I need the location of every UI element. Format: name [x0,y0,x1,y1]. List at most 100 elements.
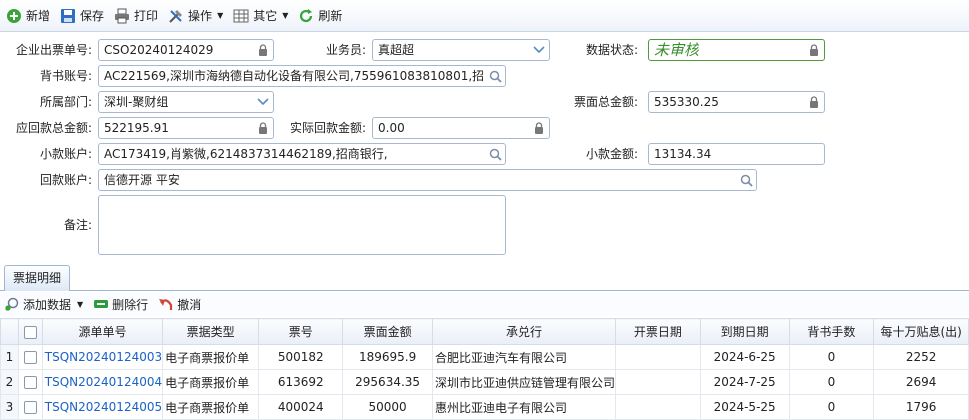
chevron-down-icon[interactable] [529,40,549,60]
tab-bar: 票据明细 [0,263,969,291]
small-account-field[interactable]: AC173419,肖紫微,6214837314462189,招商银行, [98,143,506,165]
search-icon[interactable] [488,69,502,83]
table-header-row: 源单单号 票据类型 票号 票面金额 承兑行 开票日期 到期日期 背书手数 每十万… [0,318,969,345]
interest-cell: 2252 [873,344,969,370]
endorse-hands-cell: 0 [788,394,875,420]
save-button[interactable]: 保存 [58,5,110,27]
chevron-down-icon[interactable]: ▼ [77,300,83,309]
col-header-due-date[interactable]: 到期日期 [699,318,790,345]
lock-icon [807,43,821,57]
salesman-select[interactable]: 真超超 [372,39,550,61]
bill-no-cell: 500182 [258,344,344,370]
plus-icon [6,8,22,24]
col-header-acceptor[interactable]: 承兑行 [431,318,617,345]
bill-type-cell: 电子商票报价单 [162,394,260,420]
bill-detail-table: 源单单号 票据类型 票号 票面金额 承兑行 开票日期 到期日期 背书手数 每十万… [0,318,969,420]
tab-bill-detail-label: 票据明细 [12,271,61,285]
undo-label: 撤消 [177,297,202,312]
remark-textarea[interactable] [98,195,506,255]
table-row[interactable]: 2 TSQN20240124004 电子商票报价单 613692 295634.… [0,369,969,395]
other-menu-button[interactable]: 其它 ▼ [231,5,294,27]
data-status-field[interactable]: 未审核 [648,39,825,61]
endorse-hands-cell: 0 [788,344,875,370]
delete-row-button[interactable]: 删除行 [93,296,148,313]
small-amount-label: 小款金额: [585,147,638,161]
issue-date-cell [615,369,701,395]
select-all-checkbox[interactable] [23,325,37,339]
col-header-type[interactable]: 票据类型 [162,318,260,345]
data-status-label: 数据状态: [585,43,638,57]
bill-no-cell: 613692 [258,369,344,395]
interest-cell: 1796 [873,394,969,420]
delete-row-label: 删除行 [112,297,149,312]
tab-bill-detail[interactable]: 票据明细 [4,265,70,291]
other-menu-label: 其它 [253,9,278,23]
enterprise-bill-no-field[interactable]: CSO20240124029 [98,39,274,61]
col-header-endorse-hands[interactable]: 背书手数 [788,318,875,345]
select-all-header[interactable] [17,318,43,345]
endorse-account-field[interactable]: AC221569,深圳市海纳德自动化设备有限公司,755961083810801… [98,65,506,87]
row-select-cell[interactable] [17,394,43,420]
save-icon [60,8,76,24]
source-no-link[interactable]: TSQN20240124004 [41,369,164,395]
amount-cell: 295634.35 [342,369,433,395]
search-icon[interactable] [739,173,753,187]
acceptor-cell: 深圳市比亚迪供应链管理有限公司 [431,369,617,395]
new-button-label: 新增 [26,9,51,23]
save-button-label: 保存 [80,9,105,23]
row-number: 1 [0,344,19,370]
add-data-icon [4,296,20,312]
lock-icon [532,121,546,135]
salesman-label: 业务员: [325,43,366,57]
main-toolbar: 新增 保存 打印 操作 ▼ 其它 ▼ 刷新 [0,0,969,32]
source-no-link[interactable]: TSQN20240124003 [41,344,164,370]
small-account-label: 小款账户: [39,147,92,161]
face-total-field[interactable]: 535330.25 [648,91,825,113]
detail-toolbar: 添加数据 ▼ 删除行 撤消 [0,292,969,316]
row-checkbox[interactable] [23,401,37,414]
add-data-button[interactable]: 添加数据 ▼ [4,296,83,313]
department-select[interactable]: 深圳-聚财组 [98,91,274,113]
bill-type-cell: 电子商票报价单 [162,344,260,370]
col-header-amount[interactable]: 票面金额 [342,318,433,345]
due-date-cell: 2024-7-25 [699,369,790,395]
print-button[interactable]: 打印 [112,5,164,27]
lock-icon [807,95,821,109]
remove-row-icon [93,296,109,312]
operate-menu-button[interactable]: 操作 ▼ [166,5,229,27]
grid-icon [233,8,249,24]
refresh-button[interactable]: 刷新 [296,5,348,27]
face-total-label: 票面总金额: [573,95,638,109]
table-row[interactable]: 3 TSQN20240124005 电子商票报价单 400024 50000 惠… [0,394,969,420]
col-header-bill-no[interactable]: 票号 [258,318,344,345]
refresh-icon [298,8,314,24]
undo-button[interactable]: 撤消 [158,296,201,313]
table-row[interactable]: 1 TSQN20240124003 电子商票报价单 500182 189695.… [0,344,969,370]
actual-received-field[interactable]: 0.00 [372,117,550,139]
row-checkbox[interactable] [23,351,37,364]
return-account-label: 回款账户: [39,173,92,187]
endorse-hands-cell: 0 [788,369,875,395]
interest-cell: 2694 [873,369,969,395]
new-button[interactable]: 新增 [4,5,56,27]
search-icon[interactable] [488,147,502,161]
lock-icon [256,43,270,57]
small-amount-field[interactable]: 13134.34 [648,143,825,165]
lock-icon [256,121,270,135]
source-no-link[interactable]: TSQN20240124005 [41,394,164,420]
col-header-issue-date[interactable]: 开票日期 [615,318,701,345]
row-select-cell[interactable] [17,369,43,395]
actual-received-label: 实际回款金额: [289,121,366,135]
amount-cell: 50000 [342,394,433,420]
row-checkbox[interactable] [23,376,37,389]
col-header-interest[interactable]: 每十万贴息(出) [873,318,969,345]
col-header-source[interactable]: 源单单号 [41,318,164,345]
bill-type-cell: 电子商票报价单 [162,369,260,395]
chevron-down-icon: ▼ [217,11,224,20]
chevron-down-icon[interactable] [253,92,273,112]
chevron-down-icon: ▼ [282,11,289,20]
row-select-cell[interactable] [17,344,43,370]
return-account-field[interactable]: 信德开源 平安 [98,169,757,191]
receivable-total-field[interactable]: 522195.91 [98,117,274,139]
amount-cell: 189695.9 [342,344,433,370]
